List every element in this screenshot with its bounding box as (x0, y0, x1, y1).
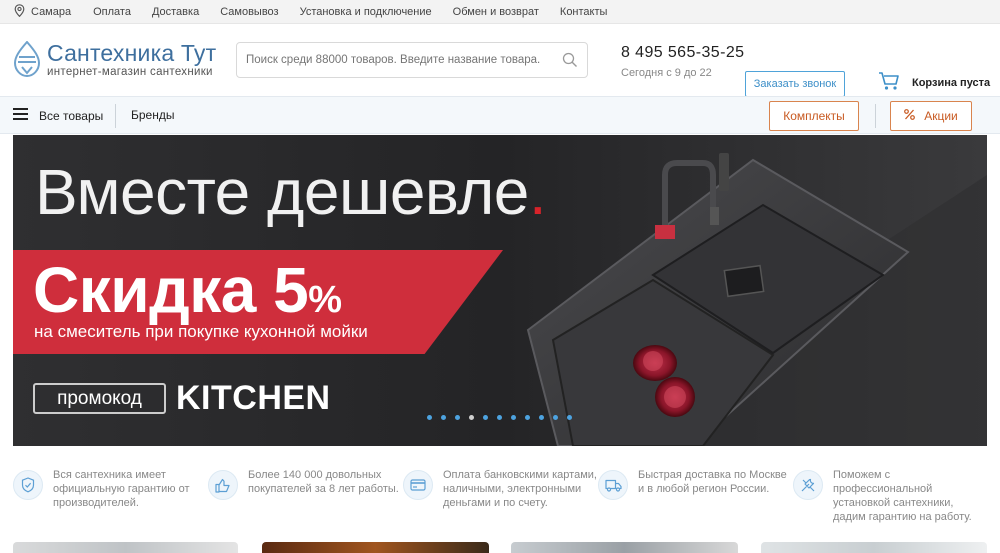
top-bar: Самара Оплата Доставка Самовывоз Установ… (0, 0, 1000, 24)
cart[interactable]: Корзина пуста (878, 71, 990, 94)
shield-icon (13, 470, 43, 500)
slider-dot[interactable] (553, 415, 558, 420)
promo-banner[interactable]: Вместе дешевле. Скидка 5% на смеситель п… (13, 135, 987, 446)
feature-text: Вся сантехника имеет официальную гаранти… (53, 469, 190, 509)
feature-item: Быстрая доставка по Москве и в любой рег… (598, 468, 793, 524)
top-link-delivery[interactable]: Доставка (152, 6, 199, 18)
feature-text: Быстрая доставка по Москве и в любой рег… (638, 469, 787, 495)
top-link-installation[interactable]: Установка и подключение (300, 6, 432, 18)
main-nav: Все товары Бренды Комплекты Акции (0, 96, 1000, 134)
top-nav: Оплата Доставка Самовывоз Установка и по… (93, 6, 607, 18)
location-pin-icon (14, 3, 25, 20)
category-thumbnail[interactable] (511, 542, 738, 553)
cart-icon (878, 71, 900, 94)
credit-card-icon (403, 470, 433, 500)
features-row: Вся сантехника имеет официальную гаранти… (13, 468, 1000, 524)
slider-dot[interactable] (539, 415, 544, 420)
thumbs-up-icon (208, 470, 238, 500)
slider-dot[interactable] (427, 415, 432, 420)
category-thumbnails (13, 542, 1000, 553)
slider-dot[interactable] (469, 415, 474, 420)
slider-dot[interactable] (567, 415, 572, 420)
feature-item: Вся сантехника имеет официальную гаранти… (13, 468, 208, 524)
header: Сантехника Тут интернет-магазин сантехни… (0, 24, 1000, 97)
category-thumbnail[interactable] (262, 542, 489, 553)
phone-number[interactable]: 8 495 565-35-25 (621, 44, 744, 62)
search-box (236, 42, 588, 78)
logo-drop-icon (13, 40, 41, 84)
promos-button[interactable]: Акции (890, 101, 972, 131)
all-goods-label: Все товары (39, 108, 104, 123)
promo-code: KITCHEN (176, 379, 331, 417)
slider-dot[interactable] (441, 415, 446, 420)
slider-dot[interactable] (511, 415, 516, 420)
feature-text: Поможем с профессиональной установкой са… (833, 469, 972, 523)
slider-dot[interactable] (483, 415, 488, 420)
city-selector[interactable]: Самара (14, 3, 72, 20)
search-icon[interactable] (562, 52, 578, 73)
contact-phone: 8 495 565-35-25 Сегодня с 9 до 22 (621, 44, 744, 79)
search-input[interactable] (246, 54, 556, 66)
nav-divider (875, 104, 876, 128)
working-hours: Сегодня с 9 до 22 (621, 67, 712, 79)
promo-label: промокод (33, 383, 166, 414)
kits-button[interactable]: Комплекты (769, 101, 859, 131)
promos-label: Акции (924, 109, 958, 123)
percent-icon (904, 109, 916, 123)
category-thumbnail[interactable] (13, 542, 238, 553)
slider-dot[interactable] (497, 415, 502, 420)
feature-item: Более 140 000 довольных покупателей за 8… (208, 468, 403, 524)
nav-divider (115, 104, 116, 128)
discount-subline: на смеситель при покупке кухонной мойки (34, 322, 368, 341)
city-label: Самара (31, 5, 72, 18)
feature-item: Поможем с профессиональной установкой са… (793, 468, 988, 524)
logo-title: Сантехника Тут (47, 40, 217, 66)
truck-icon (598, 470, 628, 500)
top-link-contacts[interactable]: Контакты (560, 6, 608, 18)
hamburger-icon (13, 108, 28, 123)
slider-dots (427, 415, 572, 420)
all-goods-menu[interactable]: Все товары (13, 108, 103, 123)
tools-icon (793, 470, 823, 500)
top-link-payment[interactable]: Оплата (93, 6, 131, 18)
feature-text: Более 140 000 довольных покупателей за 8… (248, 469, 399, 495)
top-link-pickup[interactable]: Самовывоз (220, 6, 278, 18)
feature-item: Оплата банковскими картами, наличными, э… (403, 468, 598, 524)
logo-subtitle: интернет-магазин сантехники (47, 66, 213, 78)
brands-link[interactable]: Бренды (131, 108, 174, 122)
slider-dot[interactable] (455, 415, 460, 420)
slider-dot[interactable] (525, 415, 530, 420)
banner-headline: Вместе дешевле. (35, 156, 547, 228)
feature-text: Оплата банковскими картами, наличными, э… (443, 469, 597, 509)
callback-button[interactable]: Заказать звонок (745, 71, 845, 97)
cart-label: Корзина пуста (912, 76, 991, 89)
site-logo[interactable]: Сантехника Тут интернет-магазин сантехни… (13, 40, 217, 84)
top-link-returns[interactable]: Обмен и возврат (453, 6, 539, 18)
category-thumbnail[interactable] (761, 542, 987, 553)
